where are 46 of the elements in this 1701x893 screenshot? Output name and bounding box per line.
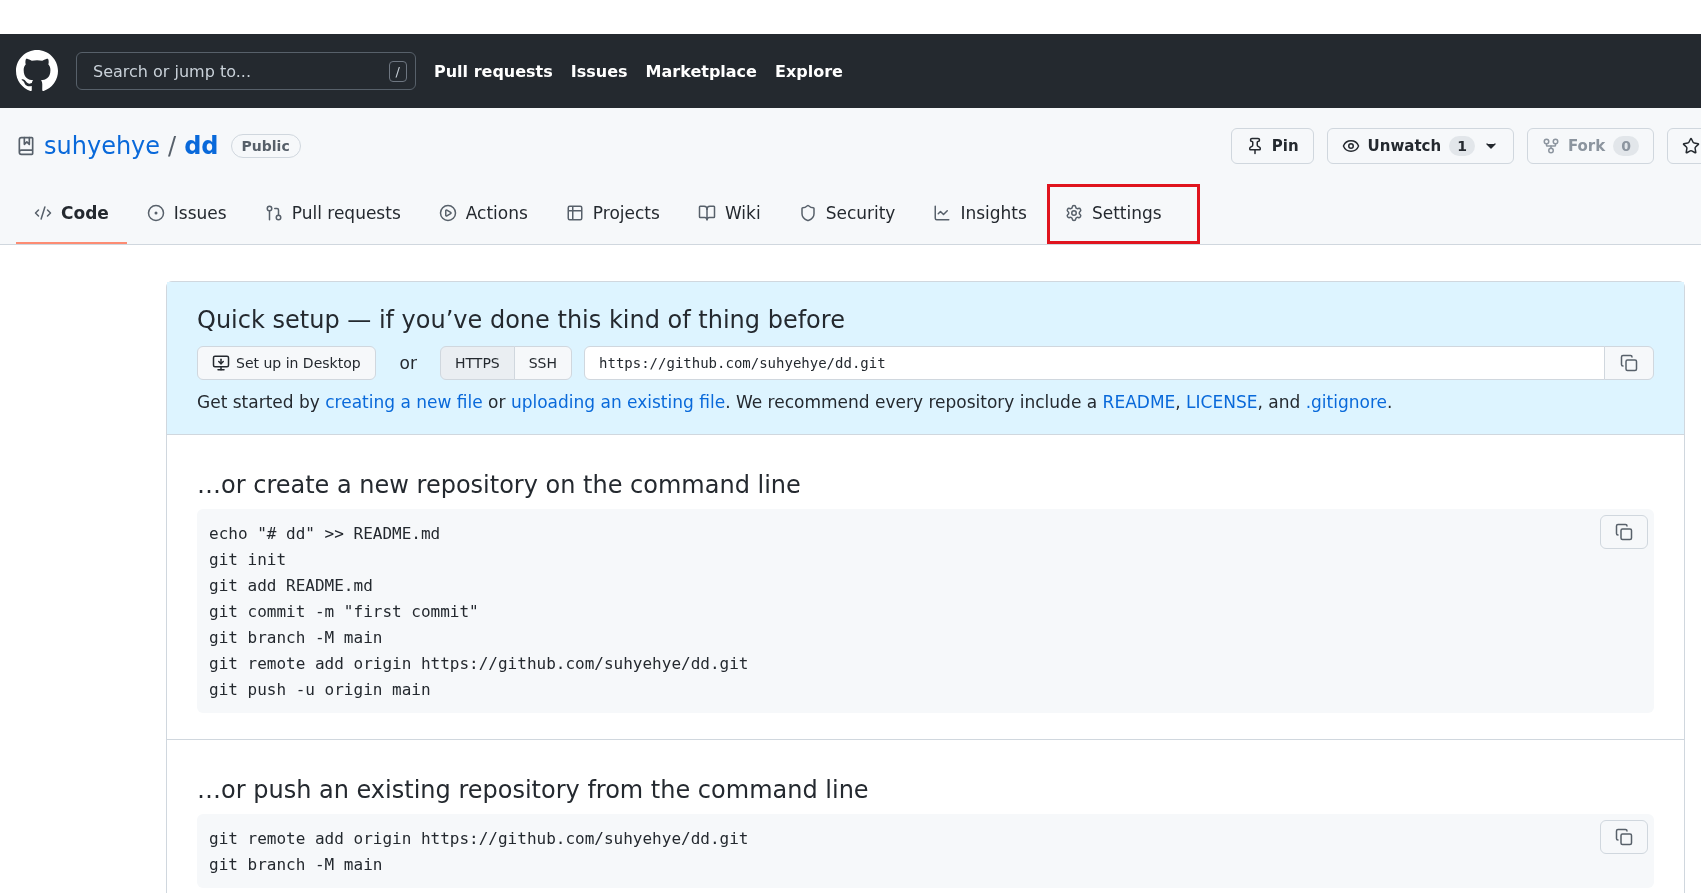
count-label: 1	[1449, 136, 1475, 156]
inline-link[interactable]: .gitignore	[1305, 392, 1388, 412]
keyboard-shortcut-hint: /	[388, 60, 407, 82]
repository-tab[interactable]: Actions	[420, 184, 546, 244]
nav-link[interactable]: Pull requests	[434, 61, 553, 81]
repository-name-link[interactable]: dd	[184, 132, 219, 160]
nav-link[interactable]: Issues	[570, 61, 628, 81]
code-line: git remote add origin https://github.com/suhyehye/dd.git	[209, 828, 749, 850]
repository-tab[interactable]: Insights	[915, 184, 1045, 244]
repository-tab[interactable]: Issues	[128, 184, 245, 244]
repository-tab[interactable]: Settings	[1046, 184, 1200, 244]
repository-tab[interactable]: Security	[780, 184, 914, 244]
or-label: or	[399, 353, 417, 373]
owner-link[interactable]: suhyehye	[44, 132, 161, 160]
repository-tab[interactable]: Pull requests	[246, 184, 419, 244]
inline-link[interactable]: uploading an existing file	[510, 392, 726, 412]
section-heading: …or push an existing repository from the command line	[197, 776, 870, 804]
repository-tab[interactable]: Wiki	[679, 184, 779, 244]
code-line: git branch -M main	[209, 627, 383, 649]
repository-tab[interactable]: Projects	[547, 184, 678, 244]
nav-link[interactable]: Marketplace	[645, 61, 757, 81]
path-separator: /	[168, 132, 177, 160]
inline-link[interactable]: LICENSE	[1186, 392, 1258, 412]
inline-link[interactable]: README	[1102, 392, 1176, 412]
code-line: git init	[209, 549, 287, 571]
code-line: git remote add origin https://github.com/suhyehye/dd.git	[209, 653, 749, 675]
search-placeholder: Search or jump to...	[93, 61, 251, 81]
watch-button[interactable]: Unwatch 1	[1326, 128, 1514, 164]
pin-button[interactable]: Pin	[1230, 128, 1314, 164]
protocol-toggle[interactable]: SSH	[513, 346, 573, 380]
repository-tab[interactable]: Code	[16, 184, 127, 244]
code-line: git add README.md	[209, 575, 373, 597]
desktop-setup-button[interactable]: Set up in Desktop	[197, 346, 376, 380]
clone-url-field[interactable]: https://github.com/suhyehye/dd.git	[584, 346, 1605, 380]
protocol-toggle[interactable]: HTTPS	[440, 346, 515, 380]
nav-link[interactable]: Explore	[774, 61, 843, 81]
code-line: echo "# dd" >> README.md	[209, 523, 441, 545]
inline-link[interactable]: creating a new file	[325, 392, 483, 412]
search-field[interactable]: Search or jump to... /	[76, 52, 416, 90]
setup-hint-text: Get started by creating a new file or uploading an existing file. We recommend every repository include a README, LICENSE, and .gitignore.	[197, 392, 1394, 412]
code-line: git push -u origin main	[209, 679, 431, 701]
section-heading: Quick setup — if you’ve done this kind of thing before	[197, 306, 846, 334]
code-line: git commit -m "first commit"	[209, 601, 479, 623]
count-label: 0	[1613, 136, 1639, 156]
section-heading: …or create a new repository on the command line	[197, 471, 802, 499]
code-line: git branch -M main	[209, 854, 383, 876]
